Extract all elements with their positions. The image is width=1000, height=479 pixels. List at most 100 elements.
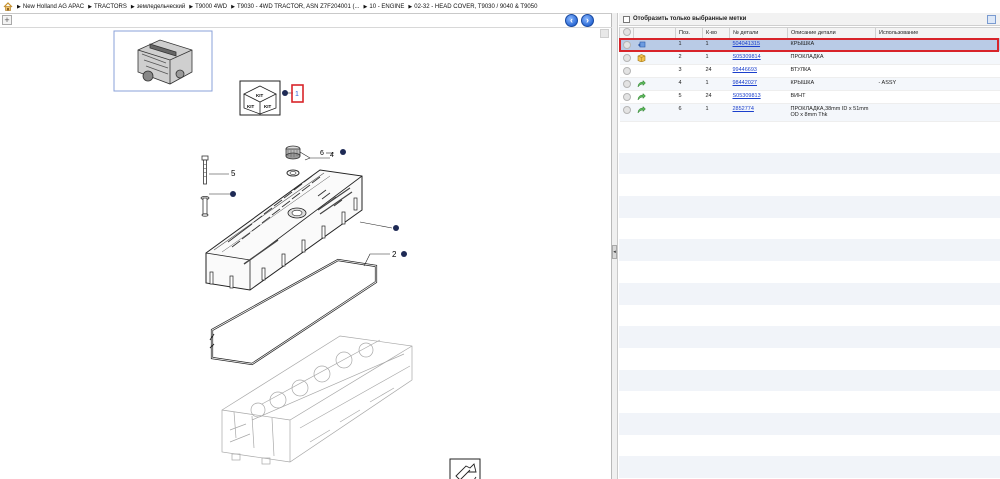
filler-cap-part[interactable]	[285, 145, 301, 160]
breadcrumb-item-brand[interactable]: ▶ New Holland AG APAC	[17, 4, 84, 10]
header-pos[interactable]: Поз.	[675, 27, 703, 39]
header-qty[interactable]: К-во	[702, 27, 730, 39]
row-select-icon[interactable]	[622, 106, 631, 114]
row-select-icon[interactable]	[622, 41, 631, 49]
callout-1[interactable]: 1	[295, 91, 299, 98]
callout-dot-2	[401, 251, 407, 257]
row-select-icon[interactable]	[622, 54, 631, 62]
row-pos: 1	[675, 38, 703, 52]
row-pos: 3	[675, 64, 703, 78]
header-status	[633, 27, 676, 39]
export-icon[interactable]	[987, 15, 996, 24]
zoom-in-button[interactable]: +	[2, 15, 12, 25]
part-number-link[interactable]: 2852774	[733, 106, 754, 112]
header-part-number[interactable]: № детали	[729, 27, 788, 39]
part-number-link[interactable]: S05309814	[733, 54, 761, 60]
callout-dot-3	[230, 191, 236, 197]
sleeve-part[interactable]	[200, 195, 210, 217]
row-description: ВИНТ	[787, 90, 876, 104]
box-icon	[637, 54, 645, 62]
table-row[interactable]: 3 24 99446693 ВТУЛКА	[619, 64, 1000, 78]
row-usage: - ASSY	[875, 77, 1000, 91]
previous-page-button[interactable]: ‹	[565, 14, 578, 27]
parts-list-pane: Отобразить только выбранные метки Поз. К…	[619, 13, 1000, 479]
row-pos: 5	[675, 90, 703, 104]
row-pos: 6	[675, 103, 703, 122]
row-select-icon[interactable]	[622, 93, 631, 101]
row-pos: 4	[675, 77, 703, 91]
part-number-link[interactable]: S05309813	[733, 93, 761, 99]
replacement-arrow-icon	[637, 80, 646, 88]
next-page-button[interactable]: ›	[581, 14, 594, 27]
engine-thumbnail[interactable]	[113, 30, 213, 92]
replacement-arrow-icon	[637, 93, 646, 101]
callout-dot-1	[393, 225, 399, 231]
part-number-link[interactable]: 99446693	[733, 67, 757, 73]
row-description: КРЫШКА	[787, 38, 876, 52]
row-qty: 1	[702, 103, 730, 122]
callout-6[interactable]: 6	[320, 150, 324, 157]
back-to-assembly-icon[interactable]	[449, 458, 481, 479]
breadcrumb-item-model[interactable]: ▶ T9030 - 4WD TRACTOR, ASN Z7F204001 (...	[231, 4, 359, 10]
breadcrumb-item-type[interactable]: ▶ земледельческий	[131, 4, 185, 10]
app-window: ▶ New Holland AG APAC ▶ TRACTORS ▶ земледел…	[0, 0, 1000, 479]
row-description: ПРОКЛАДКА	[787, 51, 876, 65]
filler-cap-gasket-part[interactable]	[286, 169, 300, 177]
parts-table: Поз. К-во № детали Описание детали Испол…	[619, 27, 1000, 122]
chevron-right-icon: ▶	[189, 3, 194, 10]
replacement-arrow-icon	[637, 106, 646, 114]
part-number-link[interactable]: 98442027	[733, 80, 757, 86]
breadcrumb: ▶ New Holland AG APAC ▶ TRACTORS ▶ земледел…	[0, 0, 1000, 13]
row-description: ВТУЛКА	[787, 64, 876, 78]
row-usage	[875, 51, 1000, 65]
part-number-link[interactable]: 504041315	[733, 41, 761, 47]
table-row[interactable]: 6 1 2852774 ПРОКЛАДКА,38mm ID x 51mm OD …	[619, 103, 1000, 122]
pane-splitter[interactable]: ◂	[612, 13, 618, 479]
callout-dot-kit	[282, 90, 288, 96]
callout-2[interactable]: 2	[392, 250, 397, 259]
callout-4[interactable]: 4	[330, 152, 334, 159]
row-usage	[875, 103, 1000, 122]
breadcrumb-item-series[interactable]: ▶ T9000 4WD	[189, 4, 227, 10]
collapse-handle[interactable]: ◂	[612, 245, 617, 259]
row-qty: 24	[702, 64, 730, 78]
header-select[interactable]	[619, 27, 634, 39]
row-qty: 1	[702, 38, 730, 52]
table-row[interactable]: 1 1 504041315 КРЫШКА	[619, 38, 1000, 52]
callout-5[interactable]: 5	[231, 169, 236, 178]
bolt-part[interactable]	[201, 155, 209, 185]
header-description[interactable]: Описание детали	[787, 27, 876, 39]
show-selected-only-checkbox[interactable]	[623, 15, 630, 23]
diagram-pane: + ‹ › KIT KIT KIT 1 5 6 4 2	[0, 13, 612, 479]
table-row[interactable]: 5 24 S05309813 ВИНТ	[619, 90, 1000, 104]
chevron-right-icon: ▶	[17, 3, 21, 10]
kit-text-left: KIT	[247, 104, 255, 109]
chevron-right-icon: ▶	[130, 3, 135, 10]
row-usage	[875, 90, 1000, 104]
table-header-row: Поз. К-во № детали Описание детали Испол…	[619, 27, 1000, 39]
engine-block-reference	[221, 335, 413, 465]
kit-symbol[interactable]: KIT KIT KIT	[239, 80, 281, 116]
breadcrumb-item-section[interactable]: ▶ 10 - ENGINE	[364, 4, 405, 10]
empty-table-area	[619, 131, 1000, 479]
home-icon[interactable]	[3, 2, 13, 11]
shipping-icon	[637, 41, 645, 48]
row-qty: 24	[702, 90, 730, 104]
row-description: КРЫШКА	[787, 77, 876, 91]
row-select-icon[interactable]	[622, 67, 631, 75]
filter-bar: Отобразить только выбранные метки	[619, 13, 1000, 26]
breadcrumb-item-page[interactable]: ▶ 02-32 - HEAD COVER, T9030 / 9040 & T905…	[408, 4, 537, 10]
row-qty: 1	[702, 77, 730, 91]
header-usage[interactable]: Использование	[875, 27, 1000, 39]
chevron-right-icon: ▶	[88, 3, 92, 10]
select-all-icon[interactable]	[623, 28, 631, 36]
row-usage	[875, 64, 1000, 78]
chevron-right-icon: ▶	[363, 3, 368, 10]
table-row[interactable]: 2 1 S05309814 ПРОКЛАДКА	[619, 51, 1000, 65]
exploded-parts-diagram: KIT KIT KIT 1 5 6 4 2	[113, 30, 481, 479]
row-select-icon[interactable]	[622, 80, 631, 88]
breadcrumb-item-product-line[interactable]: ▶ TRACTORS	[88, 4, 127, 10]
valve-cover-part[interactable]	[205, 169, 363, 291]
chevron-right-icon: ▶	[408, 3, 413, 10]
table-row[interactable]: 4 1 98442027 КРЫШКА - ASSY	[619, 77, 1000, 91]
